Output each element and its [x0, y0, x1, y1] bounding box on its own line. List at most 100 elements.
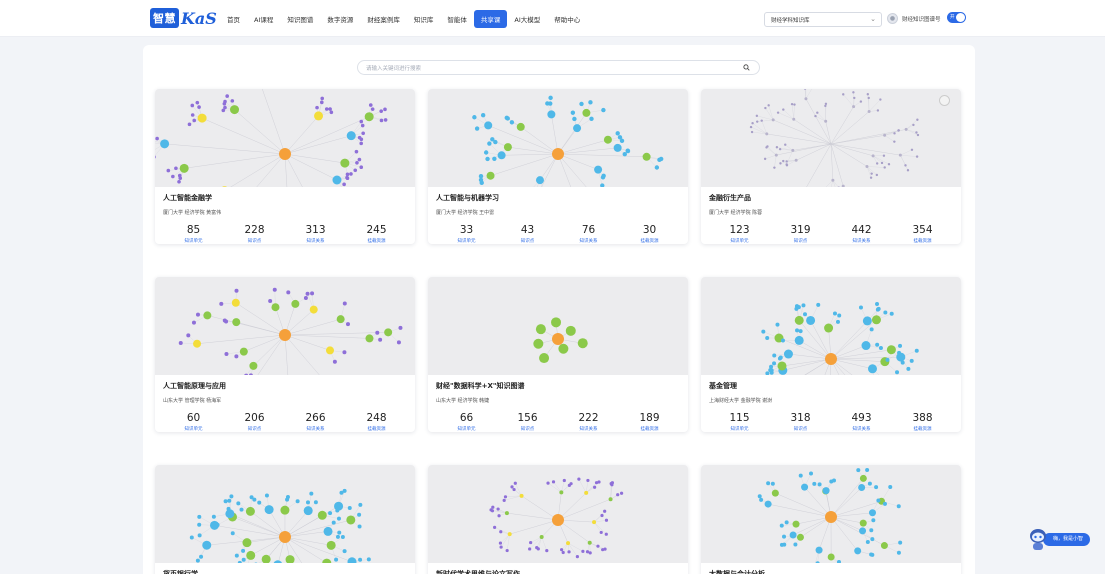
- stat-item: 319 知识点: [770, 224, 831, 244]
- stat-item: 115 知识单元: [709, 412, 770, 432]
- stat-value: 66: [459, 412, 474, 424]
- stat-item: 222 知识关系: [558, 412, 619, 432]
- stat-value: 30: [642, 224, 657, 236]
- nav-item[interactable]: 知识图谱: [280, 10, 320, 28]
- stat-value: 76: [581, 224, 596, 236]
- course-authors: 山东大学 经济学院 韩婕: [436, 398, 490, 404]
- stat-value: 60: [186, 412, 201, 424]
- robot-assistant-icon: [1030, 529, 1046, 550]
- nav-item[interactable]: 首页: [220, 10, 247, 28]
- chevron-down-icon: ⌄: [870, 15, 876, 23]
- course-authors: 山东大学 管理学院 杨海军: [163, 398, 222, 404]
- knowledge-graph-image: [155, 89, 388, 187]
- stat-value: 33: [459, 224, 474, 236]
- nav-item[interactable]: 共享课: [473, 10, 508, 28]
- stat-value: 442: [851, 224, 872, 236]
- nav-item[interactable]: 数字资源: [320, 10, 360, 28]
- site-logo[interactable]: 智慧 KaS: [150, 8, 217, 28]
- stat-label: 知识点: [793, 427, 808, 432]
- stat-item: 493 知识关系: [831, 412, 892, 432]
- knowledge-base-select-value: 财经学科知识库: [771, 18, 810, 24]
- knowledge-graph-image: [749, 89, 920, 187]
- search-icon[interactable]: [743, 64, 750, 71]
- toggle-knob: [956, 13, 965, 22]
- course-stats: 60 知识单元 206 知识点 266 知识关系 248 挂载资源: [155, 412, 415, 432]
- stat-value: 245: [366, 224, 387, 236]
- course-title: 金融衍生产品: [709, 194, 751, 202]
- course-card[interactable]: 金融衍生产品 厦门大学 经济学院 陈蓉 123 知识单元 319 知识点 442 知识关系 35…: [701, 89, 961, 244]
- stat-value: 319: [790, 224, 811, 236]
- course-title: 人工智能原理与应用: [163, 382, 226, 390]
- stat-item: 318 知识点: [770, 412, 831, 432]
- stat-item: 228 知识点: [224, 224, 285, 244]
- course-card[interactable]: 大数据与会计分析知识单元知识点知识关系挂载资源: [701, 465, 961, 574]
- stat-label: 知识关系: [579, 239, 598, 244]
- course-stats: 33 知识单元 43 知识点 76 知识关系 30 挂载资源: [428, 224, 688, 244]
- knowledge-graph-thumbnail: [701, 89, 961, 187]
- toggle-label: 开: [950, 15, 955, 20]
- stat-label: 知识单元: [730, 239, 749, 244]
- stat-item: 248 挂载资源: [346, 412, 407, 432]
- stat-label: 知识关系: [852, 427, 871, 432]
- stat-label: 知识关系: [306, 239, 325, 244]
- nav-item[interactable]: 知识库: [407, 10, 441, 28]
- nav-item[interactable]: 帮助中心: [547, 10, 587, 28]
- stat-item: 123 知识单元: [709, 224, 770, 244]
- course-card[interactable]: 财经"数据科学+X"知识图谱 山东大学 经济学院 韩婕 66 知识单元 156 知识点 22…: [428, 277, 688, 432]
- nav-item[interactable]: AI课程: [247, 10, 280, 28]
- course-card[interactable]: 基金管理 上海财经大学 金融学院 谢澍 115 知识单元 318 知识点 493 知识关系 38…: [701, 277, 961, 432]
- stat-value: 85: [186, 224, 201, 236]
- user-avatar-icon: ●: [887, 13, 898, 24]
- stat-item: 66 知识单元: [436, 412, 497, 432]
- course-card[interactable]: 货币银行学知识单元知识点知识关系挂载资源: [155, 465, 415, 574]
- knowledge-base-select[interactable]: 财经学科知识库 ⌄: [764, 12, 882, 27]
- course-title: 人工智能与机器学习: [436, 194, 499, 202]
- course-title: 大数据与会计分析: [709, 570, 765, 574]
- course-title: 货币银行学: [163, 570, 198, 574]
- course-card[interactable]: 人工智能金融学 厦门大学 经济学院 黄富伟 85 知识单元 228 知识点 313 知识关系 2…: [155, 89, 415, 244]
- course-title: 基金管理: [709, 382, 737, 390]
- knowledge-graph-thumbnail: [155, 277, 415, 375]
- stat-item: 206 知识点: [224, 412, 285, 432]
- knowledge-graph-thumbnail: [428, 277, 688, 375]
- course-card[interactable]: 新时代学术思维与论文写作知识单元知识点知识关系挂载资源: [428, 465, 688, 574]
- stat-label: 知识点: [793, 239, 808, 244]
- stat-item: 76 知识关系: [558, 224, 619, 244]
- stat-item: 85 知识单元: [163, 224, 224, 244]
- stat-value: 222: [578, 412, 599, 424]
- stat-value: 156: [517, 412, 538, 424]
- knowledge-graph-image: [178, 287, 403, 375]
- assistant-widget[interactable]: 嗨，我是小智: [1027, 527, 1091, 551]
- stat-item: 30 挂载资源: [619, 224, 680, 244]
- stat-label: 知识关系: [852, 239, 871, 244]
- stat-label: 挂载资源: [913, 239, 932, 244]
- stat-label: 知识点: [520, 427, 535, 432]
- course-stats: 66 知识单元 156 知识点 222 知识关系 189 挂载资源: [428, 412, 688, 432]
- course-card[interactable]: 人工智能原理与应用 山东大学 管理学院 杨海军 60 知识单元 206 知识点 266 知识关…: [155, 277, 415, 432]
- top-nav-bar: 智慧 KaS 首页 AI课程 知识图谱 数字资源 财经案例库 知识库 智能体 共享课 AI大模型…: [0, 0, 1105, 37]
- stat-value: 43: [520, 224, 535, 236]
- logo-badge: 智慧: [150, 8, 179, 28]
- nav-item[interactable]: 财经案例库: [360, 10, 407, 28]
- course-authors: 厦门大学 经济学院 陈蓉: [709, 210, 763, 216]
- search-bar[interactable]: 请输入关键词进行搜索: [357, 60, 760, 75]
- stat-label: 挂载资源: [367, 427, 386, 432]
- nav-item[interactable]: 智能体: [440, 10, 474, 28]
- course-stats: 85 知识单元 228 知识点 313 知识关系 245 挂载资源: [155, 224, 415, 244]
- course-stats: 123 知识单元 319 知识点 442 知识关系 354 挂载资源: [701, 224, 961, 244]
- stat-label: 挂载资源: [640, 239, 659, 244]
- nav-item[interactable]: AI大模型: [507, 10, 547, 28]
- card-corner-icon[interactable]: [939, 95, 950, 106]
- course-card[interactable]: 人工智能与机器学习 厦门大学 经济学院 王中雷 33 知识单元 43 知识点 76 知识关系 3…: [428, 89, 688, 244]
- stat-label: 知识点: [520, 239, 535, 244]
- user-menu[interactable]: ● 财经知识图谱号: [887, 13, 941, 24]
- stat-item: 60 知识单元: [163, 412, 224, 432]
- knowledge-graph-thumbnail: [155, 465, 415, 563]
- search-placeholder: 请输入关键词进行搜索: [366, 66, 422, 72]
- stat-item: 388 挂载资源: [892, 412, 953, 432]
- mode-toggle[interactable]: 开: [947, 12, 966, 23]
- knowledge-graph-thumbnail: [155, 89, 415, 187]
- main-nav: 首页 AI课程 知识图谱 数字资源 财经案例库 知识库 智能体 共享课 AI大模型 帮助中心: [220, 10, 587, 28]
- stat-item: 313 知识关系: [285, 224, 346, 244]
- stat-label: 挂载资源: [913, 427, 932, 432]
